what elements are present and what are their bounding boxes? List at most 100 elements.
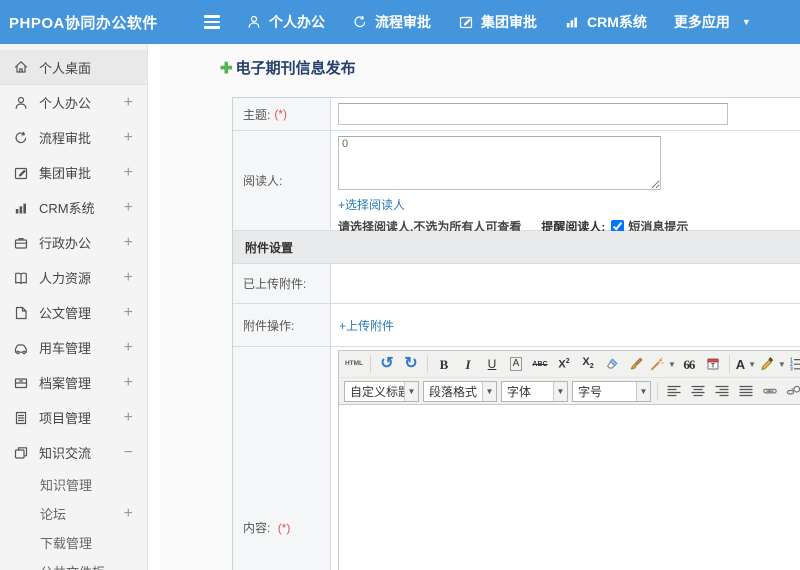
sidebar-gap [149, 44, 160, 570]
toolbar-separator [728, 355, 730, 373]
select-readers-link[interactable]: +选择阅读人 [338, 198, 405, 212]
topnav-item-集团审批[interactable]: 集团审批 [458, 12, 537, 32]
font-select[interactable]: 字体 ▼ [501, 380, 568, 402]
sidebar-item-label: 知识交流 [39, 446, 92, 461]
expand-icon[interactable]: + [124, 374, 133, 391]
heading-select[interactable]: 自定义标题▼ [344, 380, 419, 402]
select-label: 自定义标题 [350, 384, 404, 399]
sidebar-item-项目管理[interactable]: 项目管理 + [0, 400, 147, 435]
readers-textarea[interactable] [338, 136, 661, 190]
sidebar-item-个人办公[interactable]: 个人办公 + [0, 85, 147, 120]
expand-icon[interactable]: + [124, 269, 133, 286]
sidebar-item-个人桌面[interactable]: 个人桌面 [0, 50, 147, 85]
sidebar-item-label: 人力资源 [39, 271, 92, 286]
sidebar-item-label: 集团审批 [39, 166, 92, 181]
format-painter-button[interactable] [625, 353, 647, 375]
user-icon [13, 95, 29, 111]
expand-icon[interactable]: + [124, 234, 133, 251]
uploaded-attachments-value [331, 264, 800, 303]
caret-down-icon: ▼ [404, 381, 418, 401]
remove-format-button[interactable] [601, 353, 623, 375]
subject-input[interactable] [338, 103, 728, 125]
caret-down-icon: ▼ [777, 359, 786, 369]
attachment-section-header: 附件设置 [233, 231, 800, 263]
expand-icon[interactable]: + [124, 129, 133, 146]
sidebar-item-label: 用车管理 [39, 341, 92, 356]
sidebar-item-知识交流[interactable]: 知识交流 − [0, 435, 147, 470]
main-content: ✚ 电子期刊信息发布 主题: (*) 阅读人: +选择阅读人 请选择 [149, 44, 800, 570]
blockquote-button[interactable]: 66 [678, 353, 700, 375]
auto-typeset-button[interactable]: ▼ [649, 353, 676, 375]
sidebar: 个人桌面 个人办公 + 流程审批 + 集团审批 + CRM系统 + 行政办公 + 人力资源 + 公文管理 +… [0, 44, 148, 570]
toolbar-separator [427, 355, 428, 373]
align-right-button[interactable] [711, 380, 733, 402]
highlight-color-button[interactable]: ▼ [759, 353, 786, 375]
redo-button[interactable]: ↻ [400, 353, 422, 375]
topnav-item-更多应用[interactable]: 更多应用 ▼ [674, 12, 751, 32]
italic-button[interactable]: I [457, 353, 479, 375]
hamburger-menu-button[interactable] [204, 12, 230, 32]
undo-button[interactable]: ↺ [376, 353, 398, 375]
sidebar-item-公共文件柜[interactable]: 公共文件柜 [0, 557, 147, 570]
expand-icon[interactable]: + [124, 409, 133, 426]
book-icon [13, 270, 29, 286]
editor-content-area[interactable] [339, 405, 800, 570]
edit-icon [13, 165, 29, 181]
sidebar-item-档案管理[interactable]: 档案管理 + [0, 365, 147, 400]
toolbar-separator [370, 355, 371, 373]
align-center-button[interactable] [687, 380, 709, 402]
expand-icon[interactable]: + [124, 339, 133, 356]
html-source-button[interactable]: HTML [343, 353, 365, 375]
upload-attachment-link[interactable]: +上传附件 [339, 317, 394, 334]
expand-icon[interactable]: + [124, 199, 133, 216]
char-border-button[interactable]: A [505, 353, 527, 375]
caret-down-icon: ▼ [553, 381, 567, 401]
topnav-item-CRM系统[interactable]: CRM系统 [564, 12, 647, 32]
strikethrough-button[interactable]: ABC [529, 353, 551, 375]
caret-down-icon: ▼ [636, 381, 650, 401]
sidebar-item-知识管理[interactable]: 知识管理 [0, 470, 147, 499]
sidebar-item-行政办公[interactable]: 行政办公 + [0, 225, 147, 260]
ordered-list-button[interactable]: 123▼ [788, 353, 800, 375]
sidebar-item-CRM系统[interactable]: CRM系统 + [0, 190, 147, 225]
align-left-button[interactable] [663, 380, 685, 402]
topnav-item-label: 流程审批 [375, 14, 431, 30]
unlink-button[interactable] [783, 380, 800, 402]
topnav-item-个人办公[interactable]: 个人办公 [246, 12, 325, 32]
subscript-button[interactable]: X2 [577, 353, 599, 375]
underline-button[interactable]: U [481, 353, 503, 375]
page-title-text: 电子期刊信息发布 [235, 60, 356, 77]
sidebar-item-用车管理[interactable]: 用车管理 + [0, 330, 147, 365]
sidebar-item-label: 公文管理 [39, 306, 92, 321]
sidebar-item-论坛[interactable]: 论坛 + [0, 499, 147, 528]
sidebar-item-label: CRM系统 [39, 201, 95, 216]
sidebar-item-下载管理[interactable]: 下载管理 [0, 528, 147, 557]
expand-icon[interactable]: + [124, 505, 133, 522]
collapse-icon[interactable]: − [124, 444, 133, 461]
topnav-item-流程审批[interactable]: 流程审批 [352, 12, 431, 32]
font-color-button[interactable]: A ▼ [735, 353, 757, 375]
paragraph-select[interactable]: 段落格式 ▼ [423, 380, 497, 402]
publish-form: 主题: (*) 阅读人: +选择阅读人 请选择阅读人,不选为所有人可查看 提醒阅… [232, 97, 800, 570]
caret-down-icon: ▼ [741, 17, 751, 27]
sidebar-menu: 个人桌面 个人办公 + 流程审批 + 集团审批 + CRM系统 + 行政办公 + 人力资源 + 公文管理 +… [0, 44, 147, 570]
insert-date-button[interactable]: T [702, 353, 724, 375]
link-button[interactable] [759, 380, 781, 402]
bold-button[interactable]: B [433, 353, 455, 375]
superscript-button[interactable]: X2 [553, 353, 575, 375]
sidebar-item-集团审批[interactable]: 集团审批 + [0, 155, 147, 190]
sidebar-item-label: 下载管理 [40, 536, 93, 551]
sidebar-item-公文管理[interactable]: 公文管理 + [0, 295, 147, 330]
attachment-section-row: 附件设置 [233, 231, 800, 264]
page-title: ✚ 电子期刊信息发布 [220, 57, 356, 78]
sidebar-item-流程审批[interactable]: 流程审批 + [0, 120, 147, 155]
chart-icon [13, 200, 29, 216]
align-justify-button[interactable] [735, 380, 757, 402]
expand-icon[interactable]: + [124, 164, 133, 181]
expand-icon[interactable]: + [124, 304, 133, 321]
svg-text:3: 3 [790, 367, 793, 372]
size-select[interactable]: 字号 ▼ [572, 380, 651, 402]
expand-icon[interactable]: + [124, 94, 133, 111]
app-logo[interactable]: PHPOA协同办公软件 [0, 12, 198, 33]
sidebar-item-人力资源[interactable]: 人力资源 + [0, 260, 147, 295]
